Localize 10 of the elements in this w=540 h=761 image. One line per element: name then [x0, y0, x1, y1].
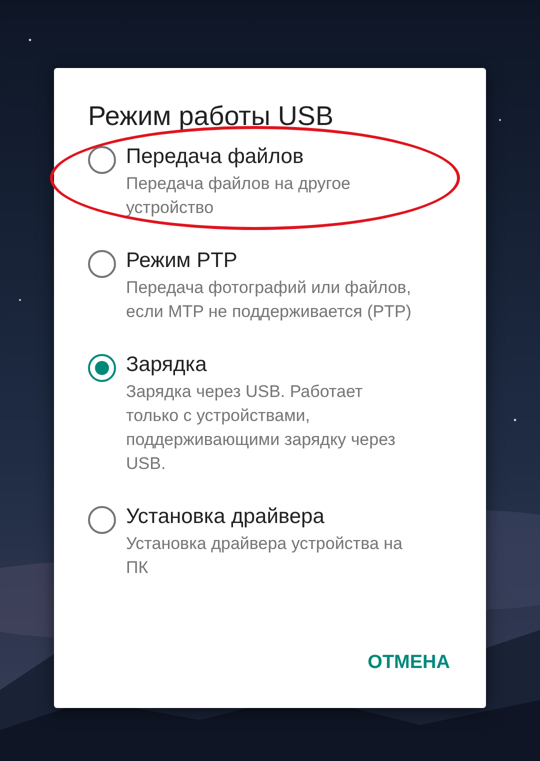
option-description: Зарядка через USB. Работает только с устройствами, поддерживающими зарядку через USB.: [126, 381, 396, 475]
cancel-button[interactable]: ОТМЕНА: [356, 646, 462, 680]
dialog-title: Режим работы USB: [88, 100, 334, 133]
option-label[interactable]: Установка драйвера: [126, 502, 418, 532]
option-label[interactable]: Передача файлов: [126, 142, 418, 172]
option-description: Установка драйвера устройства на ПК: [126, 533, 404, 579]
option-label[interactable]: Зарядка: [126, 350, 418, 380]
option-label[interactable]: Режим PTP: [126, 246, 418, 276]
option-description: Передача файлов на другое устройство: [126, 173, 352, 219]
option-description: Передача фотографий или файлов, если MTP не поддерживается (PTP): [126, 277, 412, 323]
